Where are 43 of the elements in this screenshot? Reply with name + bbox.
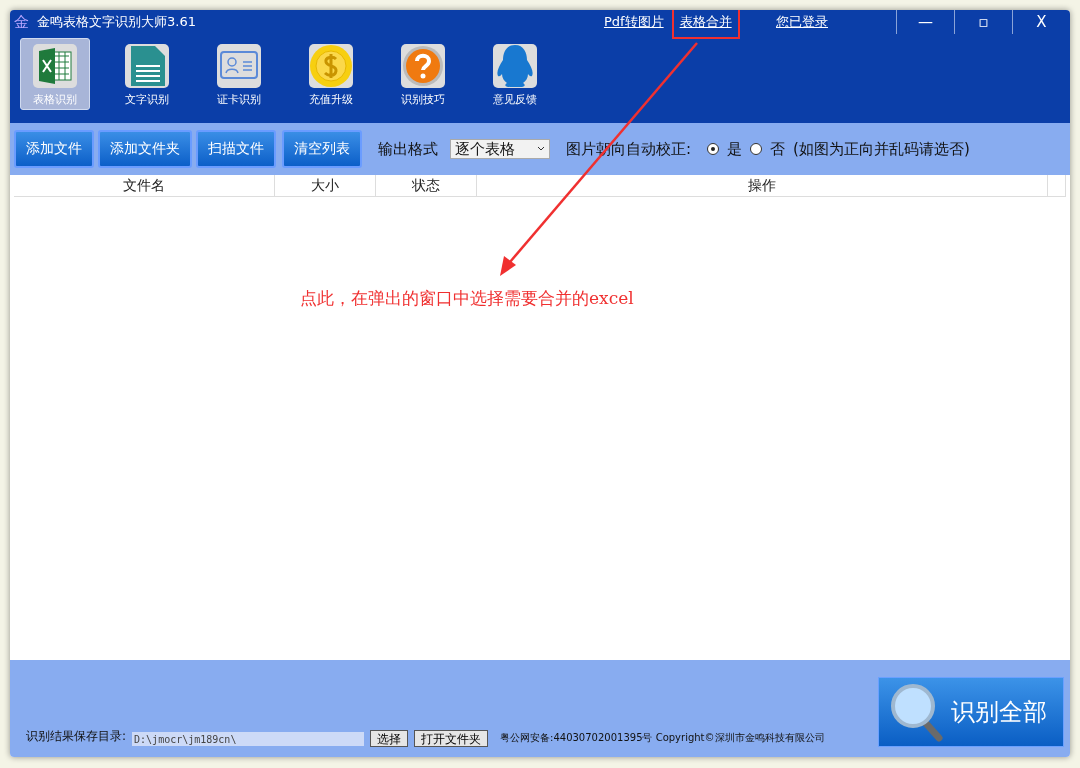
radio-button[interactable] xyxy=(750,143,763,155)
column-header[interactable]: 操作 xyxy=(477,175,1048,196)
maximize-button[interactable]: ▫ xyxy=(954,10,1012,34)
merge-tables-link[interactable]: 表格合并 xyxy=(679,12,732,31)
spreadsheet-icon xyxy=(31,41,79,90)
toolbar-item[interactable]: 文字识别 xyxy=(112,38,182,110)
save-path-field[interactable]: D:\jmocr\jm189cn\ xyxy=(132,732,365,746)
toolbar-button[interactable]: 添加文件 xyxy=(14,130,94,168)
close-button[interactable]: X xyxy=(1012,10,1070,34)
toolbar-button[interactable]: 扫描文件 xyxy=(196,130,276,168)
output-format-label: 输出格式 xyxy=(378,139,438,159)
toolbar-item[interactable]: 充值升级 xyxy=(296,38,366,110)
choose-button[interactable]: 选择 xyxy=(370,730,409,747)
minimize-button[interactable]: — xyxy=(896,10,954,34)
open-folder-button[interactable]: 打开文件夹 xyxy=(414,730,489,747)
copyright-text: 粤公网安备:44030702001395号 Copyright©深圳市金鸣科技有限公司 xyxy=(500,731,825,745)
toolbar-button[interactable]: 添加文件夹 xyxy=(98,130,192,168)
radio-label: 是 xyxy=(727,139,743,159)
output-format-select[interactable]: 逐个表格 xyxy=(450,139,550,159)
pdf-to-image-link[interactable]: Pdf转图片 xyxy=(603,12,664,31)
dropdown-caret-icon xyxy=(537,146,545,152)
column-header[interactable]: 文件名 xyxy=(14,175,275,196)
annotation-text: 点此，在弹出的窗口中选择需要合并的excel xyxy=(300,287,634,310)
person-icon xyxy=(491,41,539,90)
help-icon xyxy=(399,41,447,90)
app-logo: 金 xyxy=(14,12,29,32)
document-icon xyxy=(123,41,171,90)
toolbar-item[interactable]: 意见反馈 xyxy=(480,38,550,110)
toolbar-item[interactable]: 证卡识别 xyxy=(204,38,274,110)
radio-button[interactable] xyxy=(707,143,720,155)
coin-icon xyxy=(307,41,355,90)
magnifier-icon xyxy=(889,682,945,742)
column-header[interactable]: 大小 xyxy=(275,175,376,196)
recognize-all-button[interactable]: 识别全部 xyxy=(878,677,1064,747)
save-folder-label: 识别结果保存目录: xyxy=(26,728,127,745)
toolbar-item[interactable]: 识别技巧 xyxy=(388,38,458,110)
login-status-link[interactable]: 您已登录 xyxy=(776,13,828,31)
window-title: 金鸣表格文字识别大师3.61 xyxy=(37,13,196,31)
toolbar-button[interactable]: 清空列表 xyxy=(282,130,362,168)
column-header[interactable]: 状态 xyxy=(376,175,477,196)
radio-label: 否 xyxy=(770,139,786,159)
id-card-icon xyxy=(215,41,263,90)
orientation-note: (如图为正向并乱码请选否) xyxy=(793,139,970,159)
